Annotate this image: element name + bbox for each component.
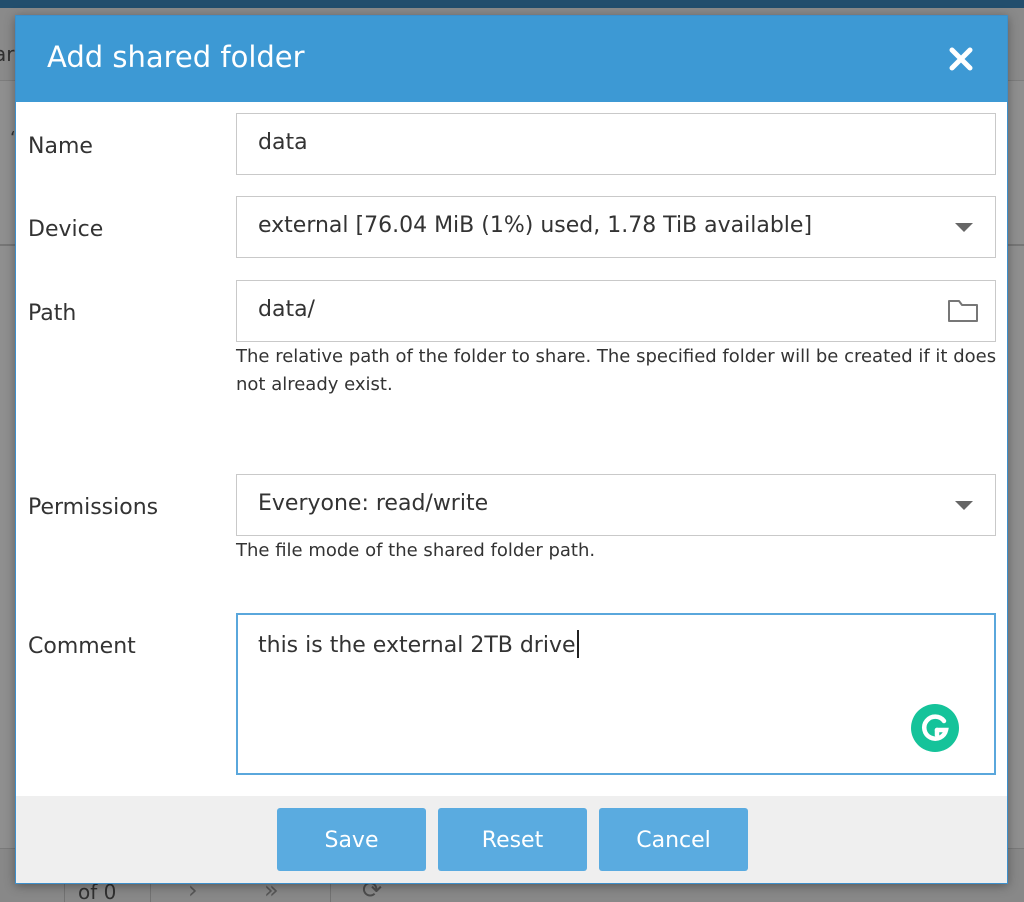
chevron-down-icon bbox=[955, 501, 973, 510]
dialog-header: Add shared folder bbox=[16, 16, 1007, 102]
device-select-value: external [76.04 MiB (1%) used, 1.78 TiB … bbox=[258, 213, 813, 238]
permissions-select-value: Everyone: read/write bbox=[258, 491, 489, 516]
comment-textarea-value: this is the external 2TB drive bbox=[258, 630, 579, 658]
permissions-select[interactable]: Everyone: read/write bbox=[236, 474, 996, 536]
device-select[interactable]: external [76.04 MiB (1%) used, 1.78 TiB … bbox=[236, 196, 996, 258]
text-cursor bbox=[576, 630, 579, 658]
path-help-text: The relative path of the folder to share… bbox=[236, 346, 997, 395]
path-input-value: data/ bbox=[258, 297, 315, 322]
comment-label: Comment bbox=[28, 634, 136, 659]
path-label: Path bbox=[28, 301, 77, 326]
folder-icon[interactable] bbox=[947, 297, 979, 325]
path-input[interactable]: data/ bbox=[236, 280, 996, 342]
permissions-help-text: The file mode of the shared folder path. bbox=[236, 540, 596, 561]
grammarly-icon[interactable] bbox=[911, 704, 959, 752]
close-icon bbox=[949, 47, 973, 71]
close-button[interactable] bbox=[944, 42, 978, 76]
cancel-button[interactable]: Cancel bbox=[599, 808, 748, 871]
dialog-footer: Save Reset Cancel bbox=[16, 796, 1007, 883]
name-input[interactable]: data bbox=[236, 113, 996, 175]
chevron-down-icon bbox=[955, 223, 973, 232]
name-label: Name bbox=[28, 134, 93, 159]
dialog-title: Add shared folder bbox=[47, 40, 305, 74]
device-label: Device bbox=[28, 217, 104, 242]
save-button[interactable]: Save bbox=[277, 808, 426, 871]
add-shared-folder-dialog: Add shared folder Name data Device exter… bbox=[15, 15, 1008, 884]
comment-textarea[interactable]: this is the external 2TB drive bbox=[236, 613, 996, 775]
name-input-value: data bbox=[258, 130, 308, 155]
permissions-label: Permissions bbox=[28, 495, 159, 520]
comment-text: this is the external 2TB drive bbox=[258, 633, 576, 658]
reset-button[interactable]: Reset bbox=[438, 808, 587, 871]
